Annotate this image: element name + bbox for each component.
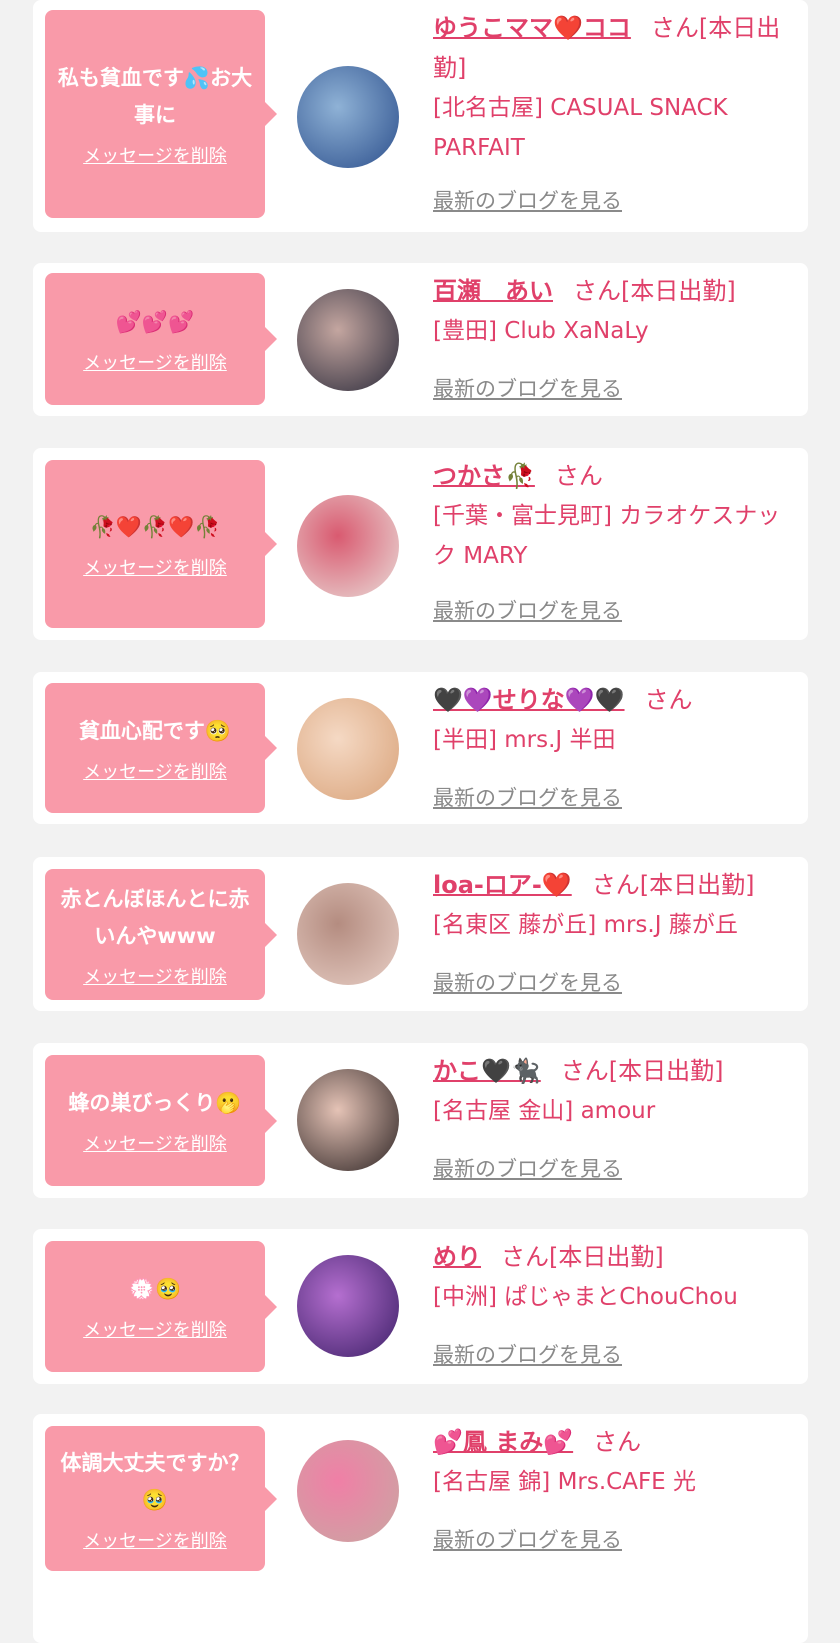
cast-info: 🖤💜せりな💜🖤 さん [半田] mrs.J 半田 最新のブログを見る (433, 680, 798, 824)
message-card: 🥀❤️🥀❤️🥀 メッセージを削除 つかさ🥀 さん [千葉・富士見町] カラオケスナ… (33, 448, 808, 640)
message-bubble: 貧血心配です🥺 メッセージを削除 (45, 683, 277, 813)
message-bubble: 体調大丈夫ですか？🥹 メッセージを削除 (45, 1426, 277, 1571)
avatar[interactable] (297, 495, 399, 597)
cast-info: loa-ロア-❤️ さん[本日出勤] [名東区 藤が丘] mrs.J 藤が丘 最新… (433, 865, 798, 1011)
view-blog-link[interactable]: 最新のブログを見る (433, 373, 622, 403)
message-text: 赤とんぼほんとに赤いんやwww (60, 886, 250, 948)
avatar[interactable] (297, 1255, 399, 1357)
delete-message-link[interactable]: メッセージを削除 (83, 554, 227, 580)
delete-message-link[interactable]: メッセージを削除 (83, 758, 227, 784)
cast-info: 百瀬 あい さん[本日出勤] [豊田] Club XaNaLy 最新のブログを見る (433, 271, 798, 416)
message-bubble: 🥀❤️🥀❤️🥀 メッセージを削除 (45, 460, 277, 628)
message-card: 💮🥹 メッセージを削除 めり さん[本日出勤] [中洲] ぱじゃまとChouCho… (33, 1229, 808, 1384)
view-blog-link[interactable]: 最新のブログを見る (433, 967, 622, 997)
view-blog-link[interactable]: 最新のブログを見る (433, 1339, 622, 1369)
view-blog-link[interactable]: 最新のブログを見る (433, 1153, 622, 1183)
name-line: 百瀬 あい さん[本日出勤] (433, 271, 798, 311)
shop-label: [豊田] Club XaNaLy (433, 318, 649, 344)
name-line: つかさ🥀 さん (433, 456, 798, 496)
name-suffix: さん[本日出勤] (501, 1243, 664, 1271)
delete-message-link[interactable]: メッセージを削除 (83, 1130, 227, 1156)
message-text: 🥀❤️🥀❤️🥀 (89, 514, 221, 539)
shop-label: [半田] mrs.J 半田 (433, 727, 616, 753)
avatar[interactable] (297, 1069, 399, 1171)
cast-info: めり さん[本日出勤] [中洲] ぱじゃまとChouChou 最新のブログを見る (433, 1237, 798, 1384)
name-line: 💕鳳 まみ💕 さん (433, 1422, 798, 1462)
message-bubble: 💮🥹 メッセージを削除 (45, 1241, 277, 1372)
shop-label: [中洲] ぱじゃまとChouChou (433, 1284, 738, 1310)
message-bubble: 私も貧血です💦お大事に メッセージを削除 (45, 10, 277, 218)
name-suffix: さん[本日出勤] (573, 277, 736, 305)
cast-info: かこ🖤🐈‍⬛ さん[本日出勤] [名古屋 金山] amour 最新のブログを見る (433, 1051, 798, 1198)
avatar[interactable] (297, 66, 399, 168)
name-suffix: さん[本日出勤] (591, 871, 755, 899)
cast-info: つかさ🥀 さん [千葉・富士見町] カラオケスナック MARY 最新のブログを見る (433, 456, 798, 640)
name-suffix: さん (554, 462, 603, 490)
message-bubble: 蜂の巣びっくり🫢 メッセージを削除 (45, 1055, 277, 1186)
cast-name-link[interactable]: loa-ロア-❤️ (433, 871, 572, 899)
cast-name-link[interactable]: かこ🖤🐈‍⬛ (433, 1057, 541, 1085)
message-text: 私も貧血です💦お大事に (57, 66, 253, 127)
delete-message-link[interactable]: メッセージを削除 (83, 142, 227, 168)
message-text: 貧血心配です🥺 (78, 718, 232, 743)
cast-info: 💕鳳 まみ💕 さん [名古屋 錦] Mrs.CAFE 光 最新のブログを見る (433, 1422, 798, 1643)
delete-message-link[interactable]: メッセージを削除 (83, 1527, 227, 1553)
name-suffix: さん (593, 1428, 642, 1456)
message-list: 私も貧血です💦お大事に メッセージを削除 ゆうこママ❤️ココ さん[本日出勤] [… (0, 0, 840, 1643)
message-card: 私も貧血です💦お大事に メッセージを削除 ゆうこママ❤️ココ さん[本日出勤] [… (33, 0, 808, 232)
message-text: 体調大丈夫ですか？🥹 (60, 1450, 250, 1512)
shop-label: [名古屋 金山] amour (433, 1098, 656, 1124)
cast-info: ゆうこママ❤️ココ さん[本日出勤] [北名古屋] CASUAL SNACK PA… (433, 8, 798, 232)
delete-message-link[interactable]: メッセージを削除 (83, 349, 227, 375)
shop-label: [名古屋 錦] Mrs.CAFE 光 (433, 1469, 697, 1495)
name-suffix: さん[本日出勤] (560, 1057, 724, 1085)
shop-label: [千葉・富士見町] カラオケスナック MARY (433, 503, 781, 569)
message-text: 💮🥹 (128, 1277, 182, 1301)
name-line: かこ🖤🐈‍⬛ さん[本日出勤] (433, 1051, 798, 1091)
avatar[interactable] (297, 698, 399, 800)
message-text: 💕💕💕 (115, 309, 195, 334)
shop-label: [北名古屋] CASUAL SNACK PARFAIT (433, 95, 728, 161)
message-card: 💕💕💕 メッセージを削除 百瀬 あい さん[本日出勤] [豊田] Club XaN… (33, 263, 808, 416)
message-card: 赤とんぼほんとに赤いんやwww メッセージを削除 loa-ロア-❤️ さん[本日出… (33, 857, 808, 1011)
message-bubble: 赤とんぼほんとに赤いんやwww メッセージを削除 (45, 869, 277, 1000)
message-card: 体調大丈夫ですか？🥹 メッセージを削除 💕鳳 まみ💕 さん [名古屋 錦] Mrs… (33, 1414, 808, 1643)
avatar[interactable] (297, 1440, 399, 1542)
shop-label: [名東区 藤が丘] mrs.J 藤が丘 (433, 912, 738, 938)
view-blog-link[interactable]: 最新のブログを見る (433, 185, 622, 215)
view-blog-link[interactable]: 最新のブログを見る (433, 1524, 622, 1554)
name-line: 🖤💜せりな💜🖤 さん (433, 680, 798, 720)
name-line: ゆうこママ❤️ココ さん[本日出勤] (433, 8, 798, 88)
message-bubble: 💕💕💕 メッセージを削除 (45, 273, 277, 405)
cast-name-link[interactable]: めり (433, 1243, 481, 1271)
avatar[interactable] (297, 289, 399, 391)
cast-name-link[interactable]: 💕鳳 まみ💕 (433, 1428, 573, 1456)
message-card: 貧血心配です🥺 メッセージを削除 🖤💜せりな💜🖤 さん [半田] mrs.J 半田… (33, 672, 808, 824)
view-blog-link[interactable]: 最新のブログを見る (433, 595, 622, 625)
delete-message-link[interactable]: メッセージを削除 (83, 1316, 227, 1342)
message-card: 蜂の巣びっくり🫢 メッセージを削除 かこ🖤🐈‍⬛ さん[本日出勤] [名古屋 金山… (33, 1043, 808, 1198)
avatar[interactable] (297, 883, 399, 985)
message-text: 蜂の巣びっくり🫢 (68, 1091, 242, 1115)
name-line: loa-ロア-❤️ さん[本日出勤] (433, 865, 798, 905)
name-line: めり さん[本日出勤] (433, 1237, 798, 1277)
cast-name-link[interactable]: 百瀬 あい (433, 277, 553, 305)
name-suffix: さん (644, 686, 693, 714)
cast-name-link[interactable]: ゆうこママ❤️ココ (433, 14, 631, 42)
cast-name-link[interactable]: 🖤💜せりな💜🖤 (433, 686, 625, 714)
cast-name-link[interactable]: つかさ🥀 (433, 462, 535, 490)
view-blog-link[interactable]: 最新のブログを見る (433, 782, 622, 812)
delete-message-link[interactable]: メッセージを削除 (83, 963, 227, 989)
